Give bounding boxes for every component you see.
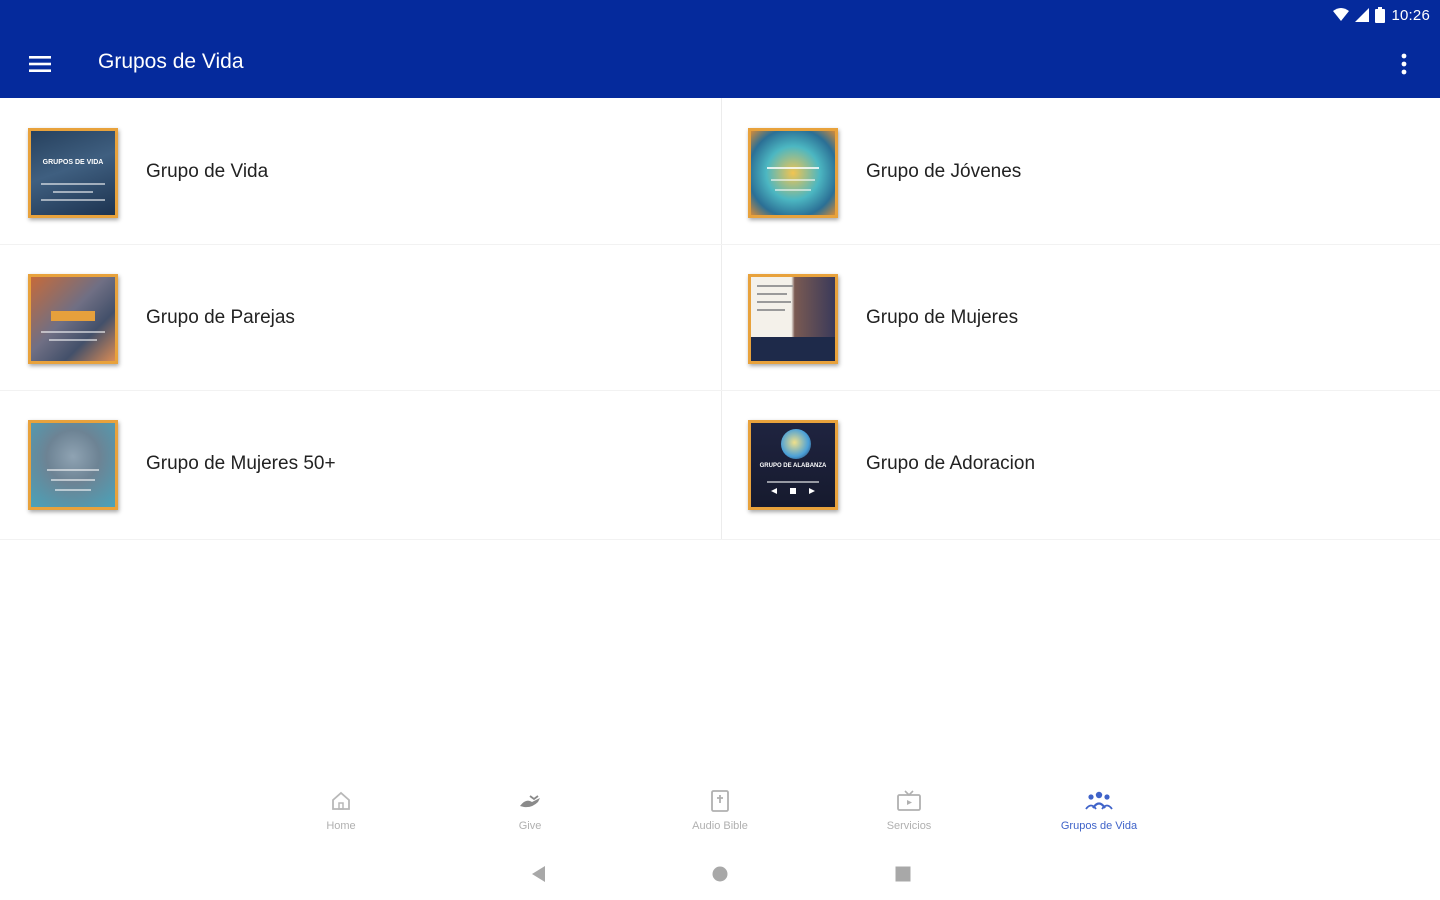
group-label: Grupo de Mujeres 50+ <box>146 453 336 474</box>
thumbnail-footer <box>751 337 835 361</box>
thumbnail-banner <box>51 311 95 321</box>
toolbar: Grupos de Vida <box>0 30 1440 98</box>
page-title: Grupos de Vida <box>98 50 244 73</box>
group-thumbnail: GRUPO DE ALABANZA <box>748 420 838 510</box>
group-icon <box>1085 790 1113 816</box>
group-label: Grupo de Parejas <box>146 307 295 328</box>
group-item-adoracion[interactable]: GRUPO DE ALABANZA Grupo de Adoracion <box>720 390 1440 536</box>
nav-servicios-label: Servicios <box>886 820 932 832</box>
group-thumbnail <box>28 420 118 510</box>
group-item-mujeres[interactable]: Grupo de Mujeres <box>720 244 1440 390</box>
signal-icon <box>1355 8 1370 22</box>
nav-servicios[interactable]: Servicios <box>839 790 979 842</box>
group-item-vida[interactable]: GRUPOS DE VIDA Grupo de Vida <box>0 98 720 244</box>
system-navigation-bar <box>0 852 1440 896</box>
thumbnail-line <box>757 309 785 311</box>
group-label: Grupo de Vida <box>146 161 269 182</box>
thumbnail-line <box>757 285 793 287</box>
thumbnail-line <box>757 293 787 295</box>
recents-square-icon[interactable] <box>891 862 915 886</box>
nav-grupos-de-vida-label: Grupos de Vida <box>1060 820 1138 832</box>
app-bar: 10:26 Grupos de Vida <box>0 0 1440 98</box>
give-hand-icon <box>518 790 542 816</box>
nav-home[interactable]: Home <box>271 790 411 842</box>
group-thumbnail: GRUPOS DE VIDA <box>28 128 118 218</box>
nav-give-label: Give <box>518 820 542 832</box>
back-triangle-icon[interactable] <box>526 862 550 886</box>
group-thumbnail <box>748 128 838 218</box>
bible-icon <box>710 790 730 816</box>
nav-grupos-de-vida[interactable]: Grupos de Vida <box>1029 790 1169 842</box>
group-thumbnail <box>748 274 838 364</box>
home-circle-icon[interactable] <box>708 862 732 886</box>
nav-audio-bible-label: Audio Bible <box>692 820 748 832</box>
thumbnail-player-controls <box>771 487 815 495</box>
thumbnail-caption: GRUPOS DE VIDA <box>42 159 104 166</box>
group-thumbnail <box>28 274 118 364</box>
row-divider <box>0 539 1440 540</box>
bottom-navigation: Home Give Audio Bible Servicios Grupos d… <box>0 782 1440 842</box>
nav-home-label: Home <box>326 820 356 832</box>
status-bar: 10:26 <box>1333 0 1430 30</box>
battery-icon <box>1375 7 1386 23</box>
wifi-icon <box>1333 8 1350 22</box>
status-time: 10:26 <box>1391 6 1430 24</box>
home-icon <box>330 790 352 816</box>
group-label: Grupo de Adoracion <box>866 453 1036 474</box>
group-item-parejas[interactable]: Grupo de Parejas <box>0 244 720 390</box>
group-label: Grupo de Jóvenes <box>866 161 1022 182</box>
thumbnail-line <box>757 301 791 303</box>
thumbnail-circle <box>781 429 811 459</box>
hamburger-menu-icon[interactable] <box>18 42 62 86</box>
group-label: Grupo de Mujeres <box>866 307 1019 328</box>
groups-grid: GRUPOS DE VIDA Grupo de Vida Grupo de Jó… <box>0 98 1440 540</box>
nav-audio-bible[interactable]: Audio Bible <box>650 790 790 842</box>
thumbnail-caption: GRUPO DE ALABANZA <box>759 463 827 469</box>
group-item-jovenes[interactable]: Grupo de Jóvenes <box>720 98 1440 244</box>
tv-icon <box>897 790 921 816</box>
group-item-mujeres-50[interactable]: Grupo de Mujeres 50+ <box>0 390 720 536</box>
more-vert-icon[interactable] <box>1382 42 1426 86</box>
nav-give[interactable]: Give <box>460 790 600 842</box>
